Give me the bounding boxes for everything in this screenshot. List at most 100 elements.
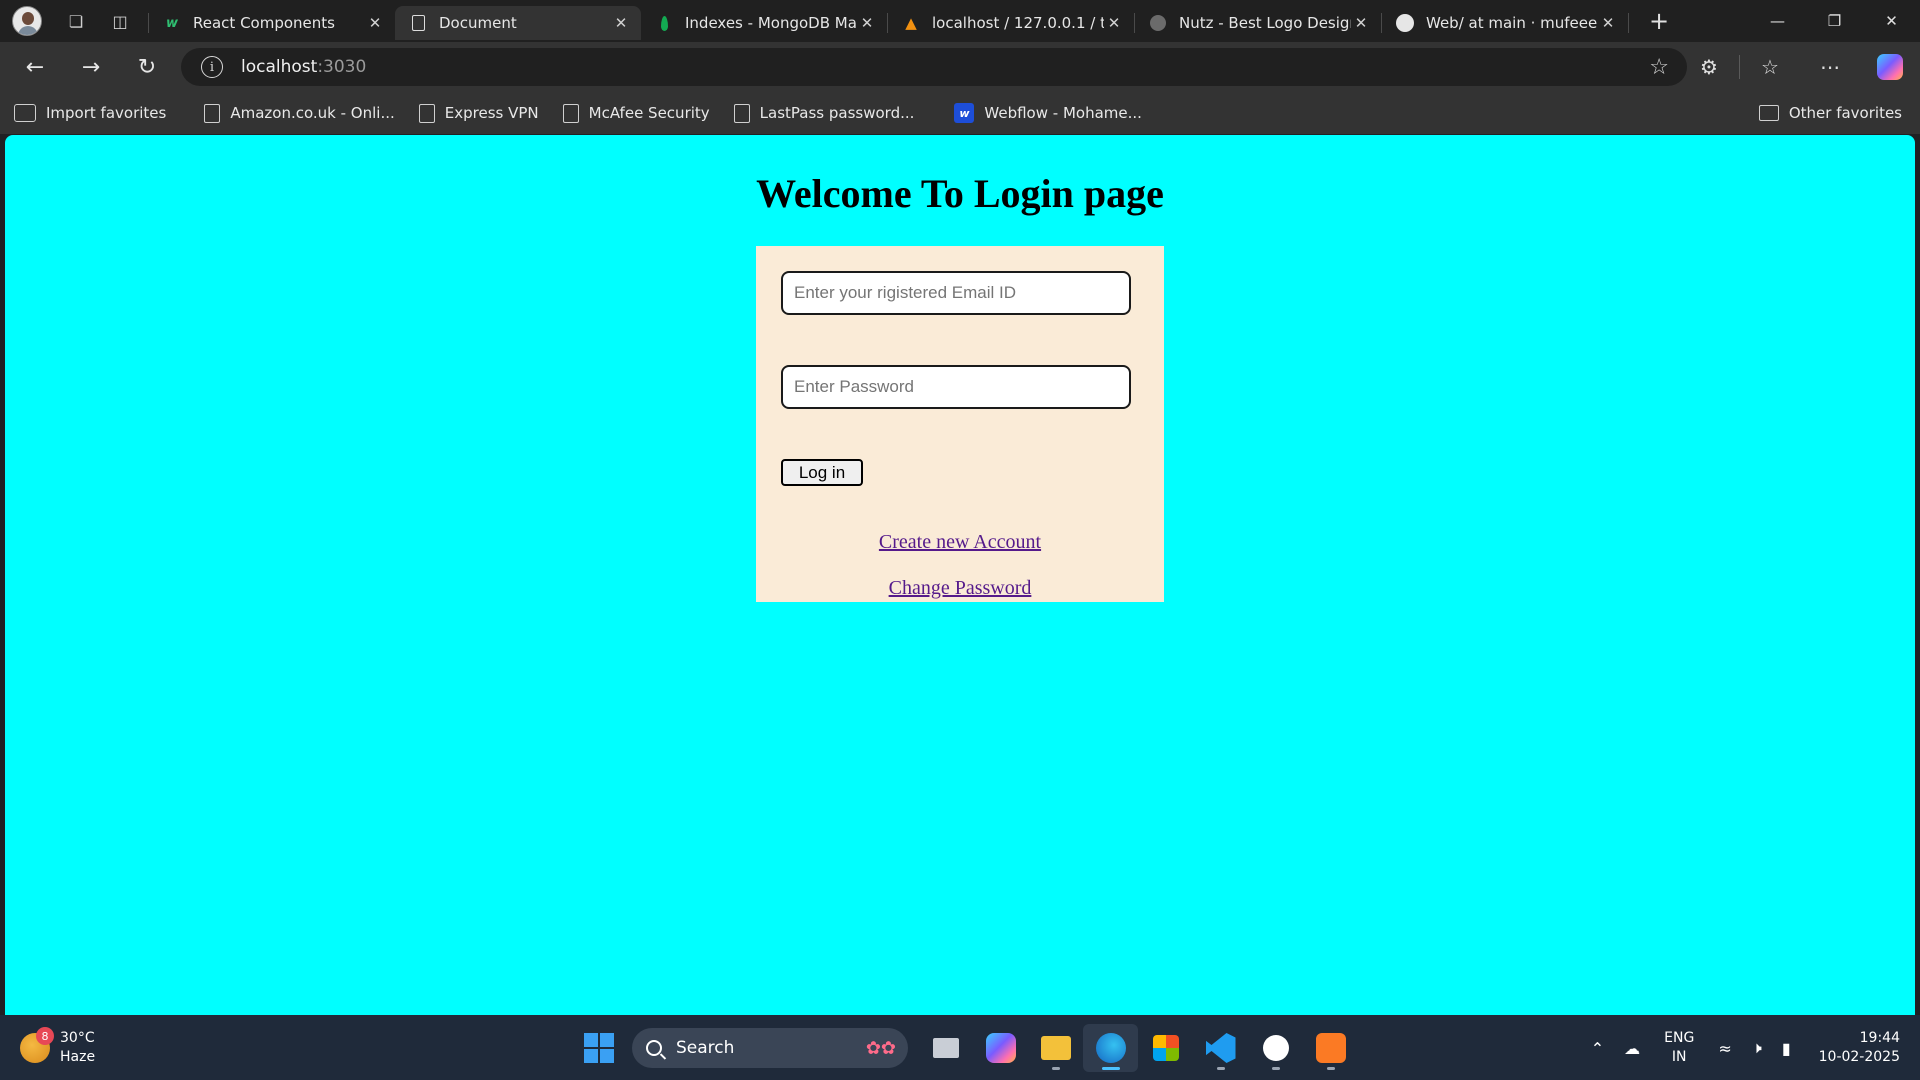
favorite-label: LastPass password...	[759, 104, 915, 122]
system-tray: ⌃ ☁ ENG IN ≈ 🕨 ▮ 19:44 10-02-2025	[1581, 1025, 1900, 1071]
workspaces-icon[interactable]: ❏	[56, 4, 96, 38]
url-text[interactable]: localhost:3030	[241, 57, 366, 77]
tab-phpmyadmin[interactable]: ▲ localhost / 127.0.0.1 / task ✕	[888, 6, 1134, 40]
webflow-w-icon: w	[165, 15, 178, 31]
favorites-bar: Import favorites Amazon.co.uk - Onli... …	[0, 92, 1920, 134]
file-explorer-icon[interactable]	[1028, 1024, 1083, 1072]
mongodb-compass-icon[interactable]	[1248, 1024, 1303, 1072]
password-input[interactable]	[781, 365, 1131, 409]
favorite-import[interactable]: Import favorites	[4, 98, 176, 128]
tab-github-web[interactable]: Web/ at main · mufeee09/ ✕	[1382, 6, 1628, 40]
tab-react-components[interactable]: w React Components ✕	[149, 6, 395, 40]
change-password-link[interactable]: Change Password	[756, 577, 1164, 600]
favorite-mcafee[interactable]: McAfee Security	[553, 98, 720, 128]
store-icon[interactable]	[1138, 1024, 1193, 1072]
import-icon	[14, 104, 36, 122]
tab-title: Indexes - MongoDB Manu	[685, 14, 857, 32]
language-code: ENG	[1664, 1030, 1695, 1046]
more-options-icon[interactable]: ⋯	[1800, 47, 1860, 87]
create-account-link[interactable]: Create new Account	[756, 531, 1164, 554]
vertical-tabs-icon[interactable]: ◫	[100, 4, 140, 38]
tab-title: localhost / 127.0.0.1 / task	[932, 14, 1104, 32]
battery-icon[interactable]: ▮	[1782, 1039, 1791, 1058]
url-port: :3030	[317, 57, 367, 77]
email-input[interactable]	[781, 271, 1131, 315]
page-icon	[562, 103, 579, 123]
search-label: Search	[676, 1038, 735, 1058]
page-icon	[418, 103, 435, 123]
address-bar[interactable]: i localhost:3030 ☆	[181, 48, 1687, 86]
close-icon[interactable]: ✕	[857, 14, 877, 32]
start-icon[interactable]	[584, 1033, 614, 1063]
tab-document[interactable]: Document ✕	[395, 6, 641, 40]
clock-time: 19:44	[1859, 1030, 1900, 1046]
close-window-icon[interactable]: ✕	[1863, 0, 1920, 42]
onedrive-icon[interactable]: ☁	[1624, 1039, 1640, 1058]
tab-mongodb-indexes[interactable]: Indexes - MongoDB Manu ✕	[641, 6, 887, 40]
minimize-icon[interactable]: —	[1749, 0, 1806, 42]
nutz-icon	[1149, 14, 1167, 32]
language-indicator[interactable]: ENG IN	[1664, 1029, 1694, 1067]
taskbar-search[interactable]: Search ✿✿	[632, 1028, 908, 1068]
github-icon	[1396, 14, 1414, 32]
back-icon[interactable]: ←	[12, 47, 58, 87]
wifi-icon[interactable]: ≈	[1718, 1039, 1731, 1058]
other-favorites-label: Other favorites	[1788, 104, 1902, 122]
close-icon[interactable]: ✕	[1104, 14, 1124, 32]
weather-temp: 30°C	[60, 1030, 95, 1046]
language-region: IN	[1671, 1049, 1687, 1065]
browser-tab-strip: ❏ ◫ w React Components ✕ Document ✕ Inde…	[0, 0, 1920, 42]
clock[interactable]: 19:44 10-02-2025	[1819, 1029, 1900, 1067]
tab-title: React Components	[193, 14, 335, 32]
forward-icon[interactable]: →	[68, 47, 114, 87]
favorite-label: Express VPN	[444, 104, 539, 122]
favorite-label: Amazon.co.uk - Onli...	[230, 104, 395, 122]
volume-muted-icon[interactable]: 🕨	[1752, 1038, 1762, 1058]
copilot-app-icon[interactable]	[973, 1024, 1028, 1072]
page-icon	[204, 103, 221, 123]
favorites-icon[interactable]: ☆	[1740, 47, 1800, 87]
refresh-icon[interactable]: ↻	[124, 47, 170, 87]
tab-separator	[1628, 13, 1629, 33]
toolbar-actions: ⚙ ☆ ⋯	[1679, 42, 1920, 92]
login-button[interactable]: Log in	[781, 459, 863, 486]
page-title: Welcome To Login page	[756, 171, 1164, 216]
phpmyadmin-icon: ▲	[905, 14, 917, 32]
favorite-star-icon[interactable]: ☆	[1649, 55, 1669, 80]
window-controls: — ❐ ✕	[1749, 0, 1920, 42]
restore-icon[interactable]: ❐	[1806, 0, 1863, 42]
tab-nutz-logo-design[interactable]: Nutz - Best Logo Design C ✕	[1135, 6, 1381, 40]
extensions-icon[interactable]: ⚙	[1679, 47, 1739, 87]
xampp-icon[interactable]	[1303, 1024, 1358, 1072]
site-info-icon[interactable]: i	[201, 56, 223, 78]
search-highlight-icon: ✿✿	[865, 1037, 896, 1059]
copilot-icon[interactable]	[1860, 47, 1920, 87]
chevron-up-icon[interactable]: ⌃	[1591, 1039, 1604, 1058]
close-icon[interactable]: ✕	[611, 14, 631, 32]
close-icon[interactable]: ✕	[1598, 14, 1618, 32]
favorite-label: Webflow - Mohame...	[984, 104, 1142, 122]
favorite-express-vpn[interactable]: Express VPN	[409, 98, 549, 128]
favorite-webflow[interactable]: w Webflow - Mohame...	[944, 98, 1152, 128]
profile-avatar[interactable]	[12, 6, 42, 36]
other-favorites[interactable]: Other favorites	[1749, 98, 1912, 128]
favorite-label: McAfee Security	[588, 104, 710, 122]
vscode-icon[interactable]	[1193, 1024, 1248, 1072]
weather-icon: 8	[20, 1027, 54, 1063]
weather-condition: Haze	[60, 1049, 96, 1065]
close-icon[interactable]: ✕	[365, 14, 385, 32]
edge-icon[interactable]	[1083, 1024, 1138, 1072]
url-host: localhost	[241, 57, 318, 77]
file-view-icon[interactable]	[918, 1024, 973, 1072]
mongodb-leaf-icon	[655, 14, 673, 32]
tab-title: Web/ at main · mufeee09/	[1426, 14, 1598, 32]
favorite-amazon[interactable]: Amazon.co.uk - Onli...	[194, 98, 404, 128]
page-icon	[733, 103, 750, 123]
new-tab-button[interactable]: +	[1637, 4, 1681, 38]
weather-widget[interactable]: 8 30°C Haze	[20, 1027, 96, 1067]
favorite-lastpass[interactable]: LastPass password...	[724, 98, 925, 128]
close-icon[interactable]: ✕	[1351, 14, 1371, 32]
folder-icon	[1758, 105, 1779, 121]
page-viewport: Welcome To Login page Log in Create new …	[5, 135, 1915, 1015]
browser-toolbar: ← → ↻ i localhost:3030 ☆ ⚙ ☆ ⋯	[0, 42, 1920, 92]
